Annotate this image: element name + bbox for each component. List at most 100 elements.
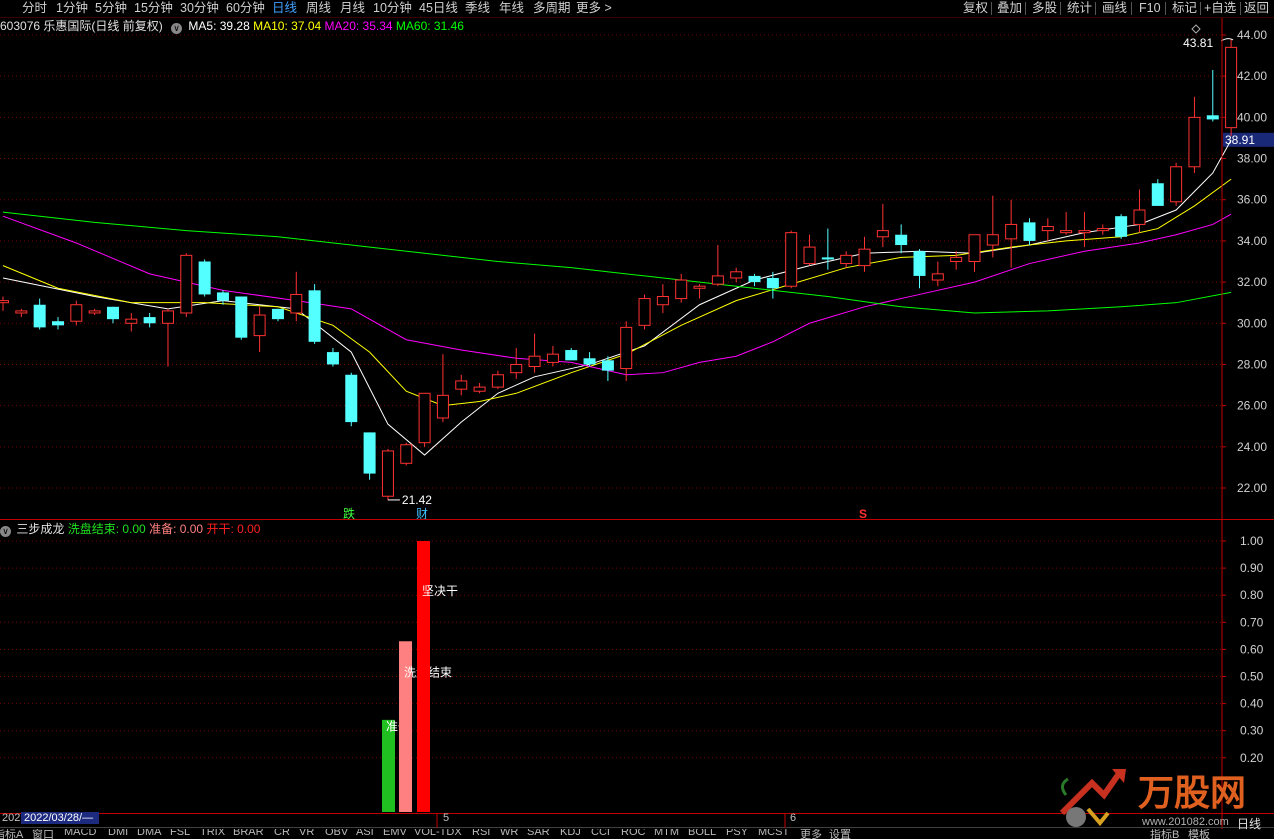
tab-mtm[interactable]: MTM [654,829,679,838]
candle-body [253,314,266,337]
tab-sar[interactable]: SAR [527,829,550,838]
candle-body [766,277,779,289]
candle-body [840,254,853,265]
tab-more[interactable]: 更多 [800,829,822,839]
candle-body [968,234,981,262]
price-tick-label: 32.00 [1237,275,1267,289]
indicator-tick-label: 0.30 [1240,724,1264,738]
date-bar: 202 2022/03/28/— 5 6 [0,812,1222,826]
candle-body [1078,230,1091,234]
candle-body [528,355,541,368]
candle-body [876,230,889,238]
month-label-5: 5 [443,812,450,824]
candle-body [913,251,926,276]
watermark-brand: 万股网 [1138,772,1246,813]
candle-body [1170,166,1183,203]
tab-cr[interactable]: CR [274,829,290,838]
tab-boll[interactable]: BOLL [688,829,716,838]
candle-body [748,275,761,283]
candle-body [895,234,908,246]
candle-body [785,232,798,287]
candle-body [1151,183,1164,206]
candle-body [88,310,101,314]
tab-rsi[interactable]: RSI [472,829,490,838]
price-tick-label: 36.00 [1237,193,1267,207]
signal-mark-cai: 财 [416,507,428,521]
candle-body [308,290,321,342]
candle-body [1023,222,1036,241]
candle-body [106,306,119,320]
price-tick-label: 22.00 [1237,481,1267,495]
indicator-tick-label: 0.50 [1240,670,1264,684]
indicator-tick-label: 0.90 [1240,561,1264,575]
tab-emv[interactable]: EMV [383,829,407,838]
candle-body [858,248,871,267]
signal-mark-s: S [859,507,867,521]
indicator-bar-3 [417,541,430,812]
price-tick-label: 30.00 [1237,316,1267,330]
candle-body [418,392,431,444]
candle-body [345,374,358,423]
candle-body [198,261,211,295]
kline-chart[interactable]: 44.00 42.00 40.00 38.00 36.00 34.00 32.00 30.00… [0,0,1274,839]
candle-body [1041,225,1054,232]
candle-body [931,273,944,281]
tab-asi[interactable]: ASI [356,829,374,838]
tab-wr[interactable]: WR [500,829,518,838]
tab-obv[interactable]: OBV [325,829,348,838]
tab-vol-tdx[interactable]: VOL-TDX [414,829,462,838]
tab-cci[interactable]: CCI [591,829,610,838]
candle-body [15,310,28,314]
price-tick-label: 28.00 [1237,357,1267,371]
candle-body [821,257,834,260]
candle-body [290,293,303,314]
current-price-label: 38.91 [1225,133,1255,147]
candle-body [565,350,578,361]
date-cursor-label[interactable]: 2022/03/28/— [21,812,99,824]
indicator-tick-label: 0.70 [1240,615,1264,629]
tab-settings[interactable]: 设置 [829,829,851,839]
candle-body [546,353,559,363]
tab-dma[interactable]: DMA [137,829,161,838]
tab-psy[interactable]: PSY [726,829,748,838]
candle-body [33,304,46,328]
tab-dmi[interactable]: DMI [108,829,128,838]
high-price-label: 43.81 [1183,36,1213,50]
candle-body [51,321,64,326]
candle-body [1115,216,1128,237]
price-tick-label: 26.00 [1237,399,1267,413]
candle-body [510,363,523,374]
candle-body [583,358,596,365]
candle-body [986,234,999,246]
price-tick-label: 44.00 [1237,28,1267,42]
tab-indicator-a[interactable]: 指标A [0,829,23,839]
candle-body [216,292,229,301]
tab-fsl[interactable]: FSL [170,829,190,838]
signal-mark-die: 跌 [343,506,355,521]
candle-body [1206,115,1219,120]
candle-body [620,326,633,370]
tab-mcst[interactable]: MCST [758,829,789,838]
price-tick-label: 34.00 [1237,234,1267,248]
candle-body [381,450,394,497]
candle-body [455,380,468,390]
candle-body [271,308,284,320]
candle-body [601,360,614,371]
diamond-icon [1191,24,1201,34]
candle-body [950,256,963,262]
candle-body [1225,46,1238,129]
tab-brar[interactable]: BRAR [233,829,264,838]
price-tick-label: 42.00 [1237,69,1267,83]
tab-kdj[interactable]: KDJ [560,829,581,838]
tab-macd[interactable]: MACD [64,829,96,838]
indicator-bar-label: 坚决干 [422,584,458,598]
tab-roc[interactable]: ROC [621,829,645,838]
tab-window[interactable]: 窗口 [32,829,54,839]
indicator-tick-label: 0.80 [1240,588,1264,602]
tab-vr[interactable]: VR [299,829,314,838]
tab-trix[interactable]: TRIX [200,829,225,838]
candle-body [436,394,449,419]
candle-body [711,275,724,285]
candle-body [326,352,339,365]
indicator-tick-label: 0.60 [1240,642,1264,656]
